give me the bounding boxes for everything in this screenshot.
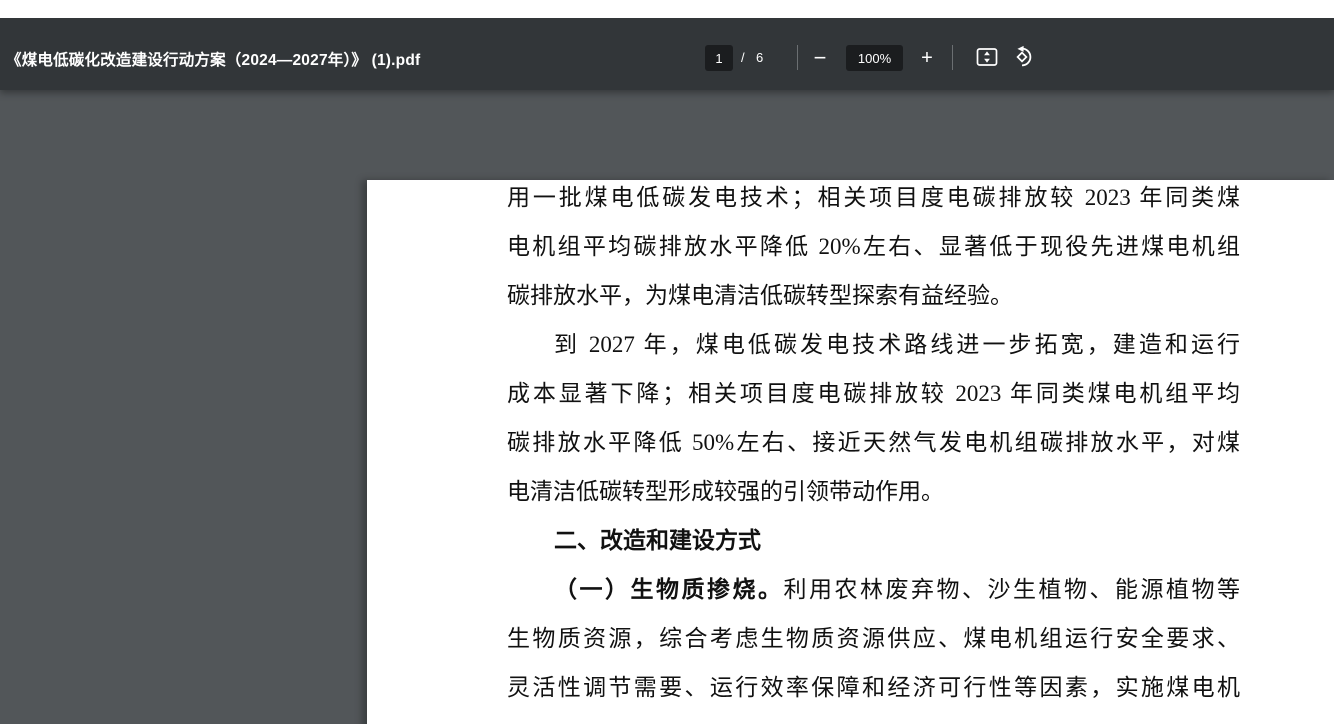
zoom-level-display: 100% [846,45,903,71]
zoom-out-button[interactable]: − [806,45,834,71]
document-title: 《煤电低碳化改造建设行动方案（2024—2027年）》 (1).pdf [6,48,420,70]
doc-line: 到 2027 年，煤电低碳发电技术路线进一步拓宽，建造和运行 [507,320,1240,369]
doc-text-segment: 电清洁低碳转型形成较强的引领带动作用。 [507,479,944,504]
document-text: 用一批煤电低碳发电技术；相关项目度电碳排放较 2023 年同类煤电机组平均碳排放… [507,173,1240,724]
doc-bold-text: 二、改造和建设方式 [554,528,761,553]
doc-text-segment: 成本显著下降；相关项目度电碳排放较 2023 年同类煤电机组平均 [507,381,1240,406]
doc-text-segment: 到 2027 年，煤电低碳发电技术路线进一步拓宽，建造和运行 [554,332,1240,357]
toolbar-divider [952,45,953,70]
doc-line: 灵活性调节需要、运行效率保障和经济可行性等因素，实施煤电机 [507,663,1240,712]
pdf-page[interactable]: 用一批煤电低碳发电技术；相关项目度电碳排放较 2023 年同类煤电机组平均碳排放… [367,180,1334,724]
doc-text-segment: 碳排放水平降低 50%左右、接近天然气发电机组碳排放水平，对煤 [507,430,1240,455]
doc-line: 电机组平均碳排放水平降低 20%左右、显著低于现役先进煤电机组 [507,222,1240,271]
rotate-counterclockwise-icon [1014,45,1038,72]
doc-line: （一）生物质掺烧。利用农林废弃物、沙生植物、能源植物等 [507,565,1240,614]
doc-line: 生物质资源，综合考虑生物质资源供应、煤电机组运行安全要求、 [507,614,1240,663]
rotate-counterclockwise-button[interactable] [1010,45,1042,71]
doc-text-segment: 用一批煤电低碳发电技术；相关项目度电碳排放较 2023 年同类煤 [507,185,1240,210]
pdf-scroll-area[interactable]: 用一批煤电低碳发电技术；相关项目度电碳排放较 2023 年同类煤电机组平均碳排放… [0,90,1334,724]
fit-to-page-icon [975,45,999,72]
doc-heading-line: 二、改造和建设方式 [507,516,1240,565]
doc-line: 成本显著下降；相关项目度电碳排放较 2023 年同类煤电机组平均 [507,369,1240,418]
doc-text-segment: 生物质资源，综合考虑生物质资源供应、煤电机组运行安全要求、 [507,626,1240,651]
plus-icon: + [921,47,933,70]
doc-bold-text: （一）生物质掺烧。 [554,577,784,602]
browser-top-strip [0,0,1334,18]
page-number-input[interactable] [705,45,733,71]
doc-line: 用一批煤电低碳发电技术；相关项目度电碳排放较 2023 年同类煤 [507,173,1240,222]
page-separator: / [741,45,745,71]
minus-icon: − [814,45,827,71]
doc-line: 组耦合生物质发电。改造建设后煤电机组应具备掺烧 10%以上生物 [507,712,1240,724]
doc-text-segment: 碳排放水平，为煤电清洁低碳转型探索有益经验。 [507,283,1013,308]
toolbar-divider [797,45,798,70]
doc-text-segment: 灵活性调节需要、运行效率保障和经济可行性等因素，实施煤电机 [507,675,1240,700]
doc-text-segment: 电机组平均碳排放水平降低 20%左右、显著低于现役先进煤电机组 [507,234,1240,259]
fit-to-page-button[interactable] [971,45,1003,71]
doc-line: 电清洁低碳转型形成较强的引领带动作用。 [507,467,1240,516]
zoom-in-button[interactable]: + [913,45,941,71]
doc-line: 碳排放水平，为煤电清洁低碳转型探索有益经验。 [507,271,1240,320]
page-total-count: 6 [756,45,763,71]
doc-text-segment: 利用农林废弃物、沙生植物、能源植物等 [784,577,1241,602]
pdf-toolbar: 《煤电低碳化改造建设行动方案（2024—2027年）》 (1).pdf / 6 … [0,18,1334,90]
doc-line: 碳排放水平降低 50%左右、接近天然气发电机组碳排放水平，对煤 [507,418,1240,467]
